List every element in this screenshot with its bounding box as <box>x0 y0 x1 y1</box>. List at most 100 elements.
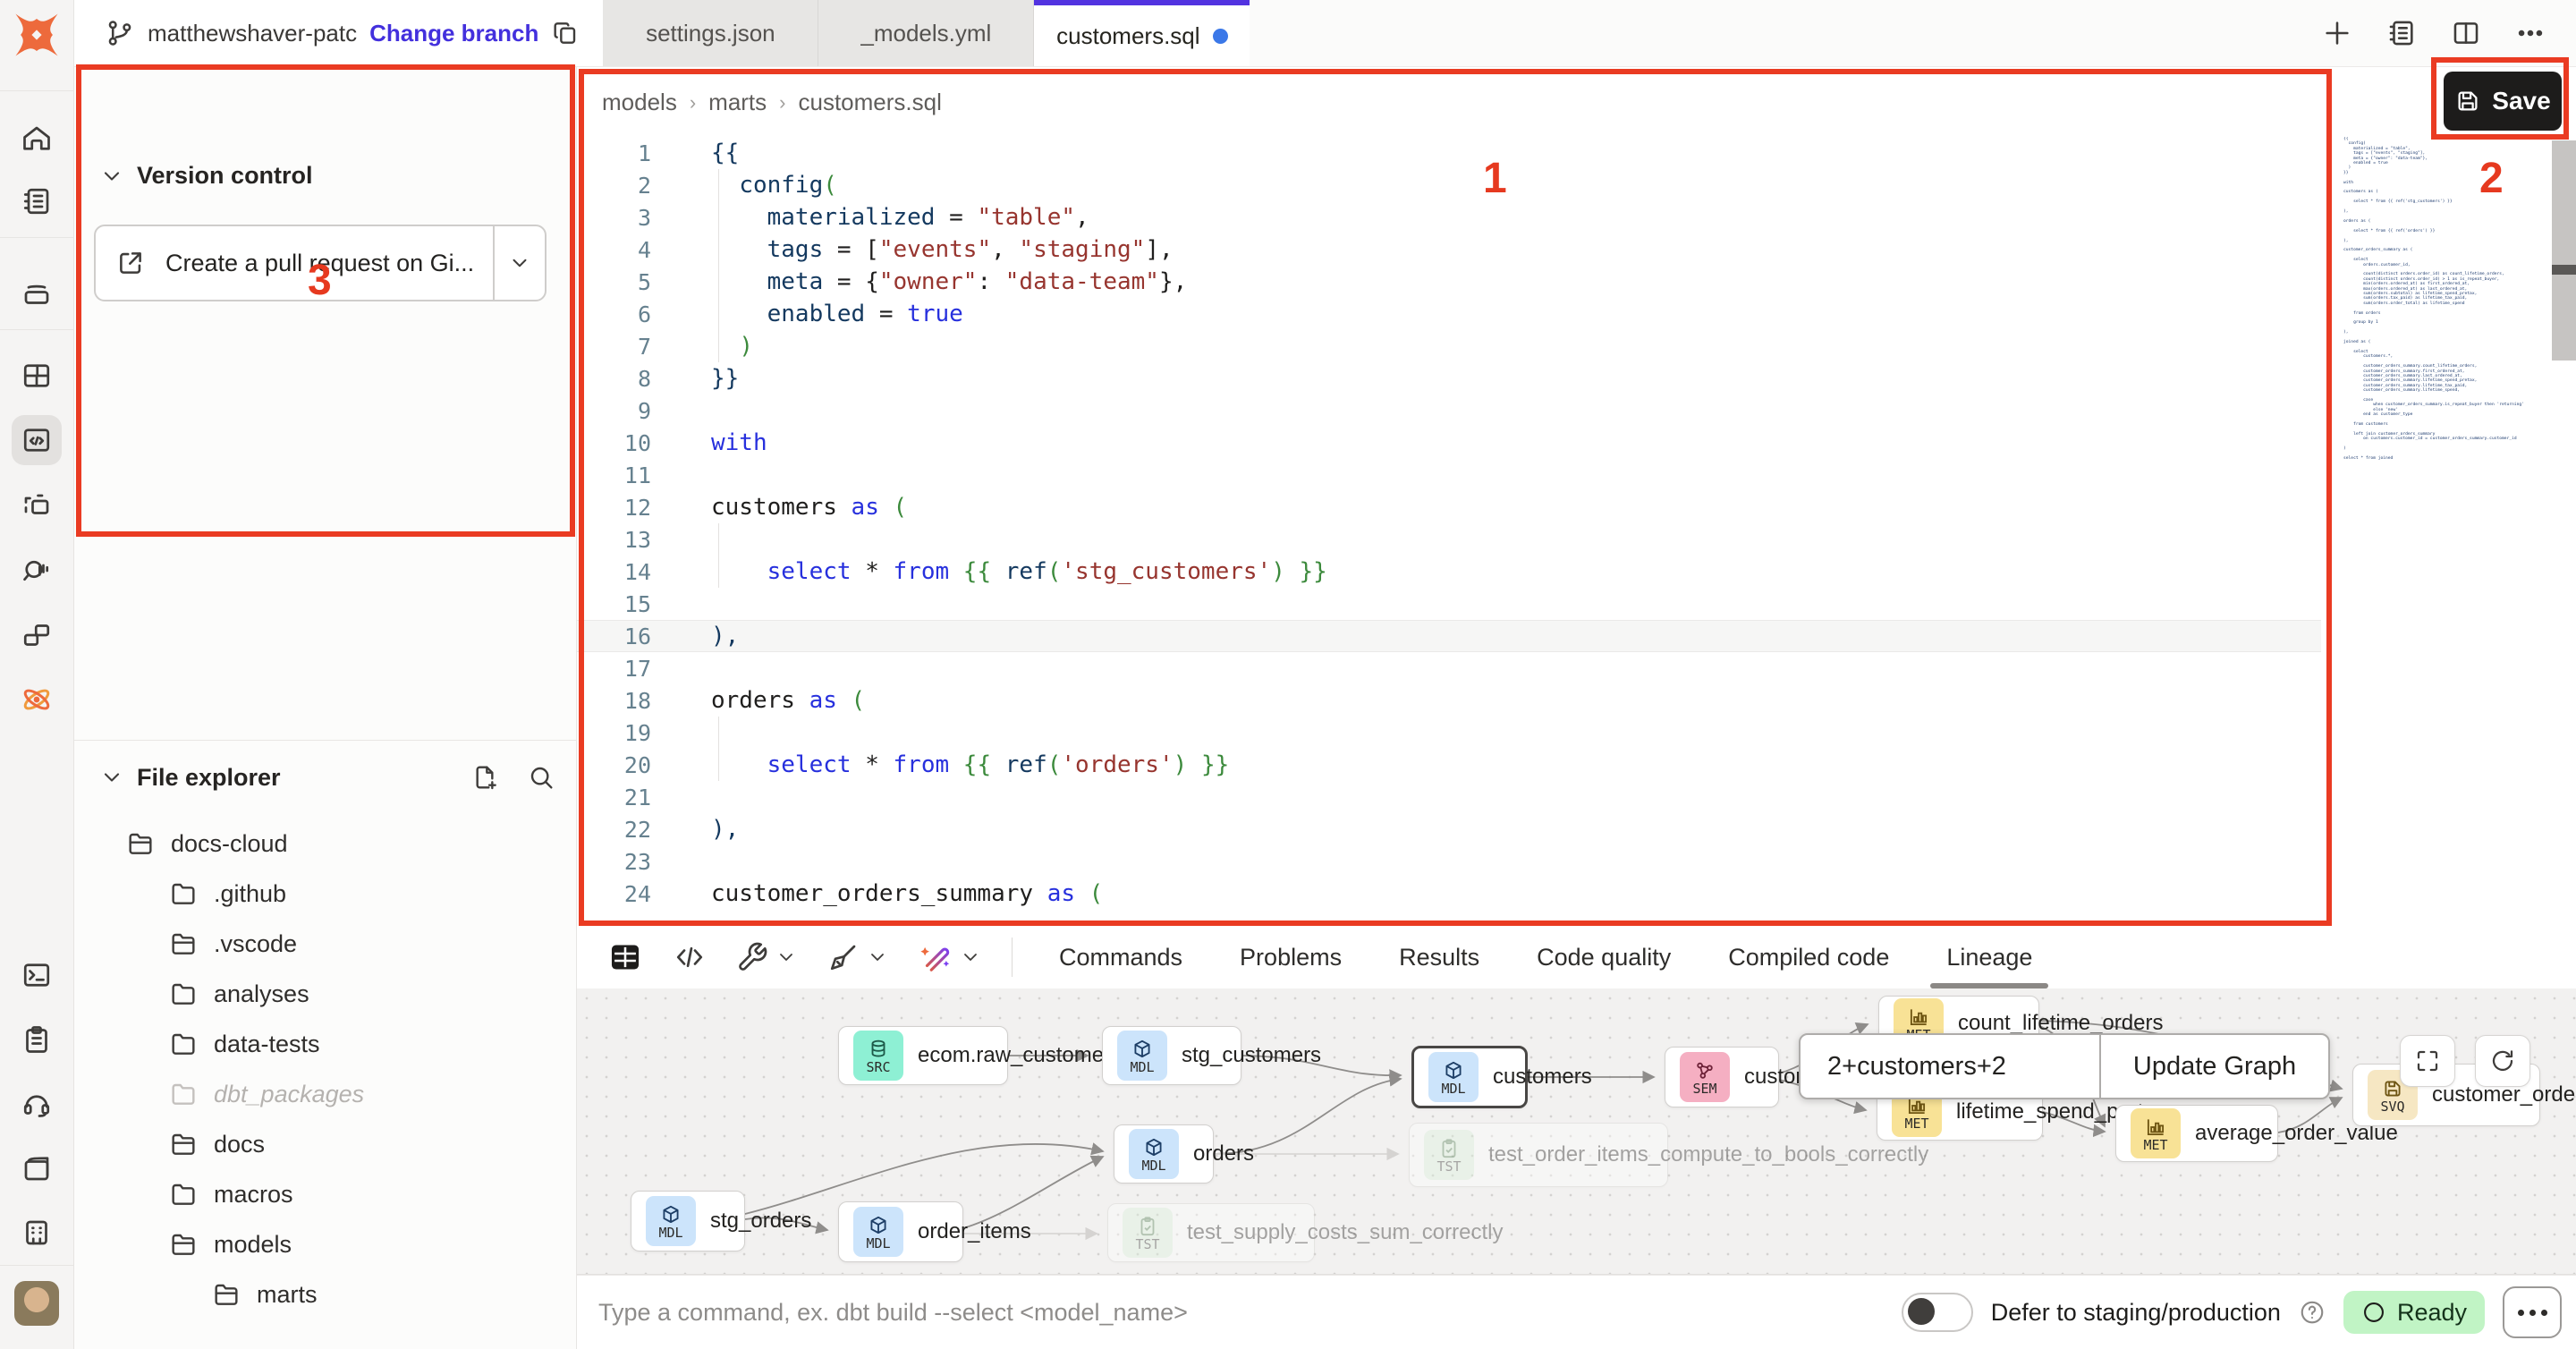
code-line-3[interactable]: 3 materialized = "table", <box>577 201 2321 233</box>
code-line-7[interactable]: 7 ) <box>577 330 2321 362</box>
breadcrumb-item[interactable]: customers.sql <box>798 89 941 116</box>
code-line-24[interactable]: 24customer_orders_summary as ( <box>577 878 2321 910</box>
rail-home-button[interactable] <box>12 114 62 164</box>
code-line-23[interactable]: 23 <box>577 845 2321 878</box>
lineage-node-customers[interactable]: MDLcustomers <box>1411 1046 1528 1108</box>
code-line-1[interactable]: 1{{ <box>577 137 2321 169</box>
copilot-fix-button[interactable] <box>919 940 981 974</box>
version-control-header[interactable]: Version control <box>99 162 313 190</box>
panel-tab-commands[interactable]: Commands <box>1030 926 1211 988</box>
code-line-18[interactable]: 18orders as ( <box>577 684 2321 717</box>
file-explorer-header[interactable]: File explorer <box>99 763 555 792</box>
scrollbar-thumb[interactable] <box>2552 265 2576 275</box>
tab-customers.sql[interactable]: customers.sql <box>1034 0 1250 66</box>
code-line-14[interactable]: 14 select * from {{ ref('stg_customers')… <box>577 556 2321 588</box>
code-line-20[interactable]: 20 select * from {{ ref('orders') }} <box>577 749 2321 781</box>
tab-settings.json[interactable]: settings.json <box>603 0 818 66</box>
code-line-9[interactable]: 9 <box>577 395 2321 427</box>
minimap[interactable]: {{ config( materialized = "table", tags … <box>2343 137 2542 602</box>
tab-_models.yml[interactable]: _models.yml <box>818 0 1034 66</box>
code-editor[interactable]: models›marts›customers.sql 1{{2 config(3… <box>577 67 2576 926</box>
lineage-node-stg_customers[interactable]: MDLstg_customers <box>1102 1026 1241 1085</box>
lineage-node-order_items[interactable]: MDLorder_items <box>838 1201 963 1262</box>
code-line-6[interactable]: 6 enabled = true <box>577 298 2321 330</box>
file-tree-item-analyses[interactable]: analyses <box>74 969 577 1019</box>
code-line-2[interactable]: 2 config( <box>577 169 2321 201</box>
code-line-21[interactable]: 21 <box>577 781 2321 813</box>
search-icon[interactable] <box>527 763 555 792</box>
panel-tab-compiled-code[interactable]: Compiled code <box>1699 926 1918 988</box>
status-badge[interactable]: Ready <box>2343 1291 2485 1334</box>
command-bar-more-button[interactable] <box>2503 1286 2562 1338</box>
rail-docs-button[interactable] <box>12 1143 62 1193</box>
lineage-filter-input[interactable]: 2+customers+2 <box>1801 1035 2099 1098</box>
breadcrumb-item[interactable]: models <box>602 89 677 116</box>
lineage-node-stg_orders[interactable]: MDLstg_orders <box>631 1191 745 1251</box>
file-tree-item-marts[interactable]: marts <box>74 1269 577 1319</box>
copy-icon[interactable] <box>551 19 580 47</box>
rail-insights-button[interactable] <box>12 546 62 596</box>
file-tree-item-models[interactable]: models <box>74 1219 577 1269</box>
new-tab-plus-icon[interactable] <box>2322 18 2352 48</box>
breadcrumb-item[interactable]: marts <box>708 89 767 116</box>
lineage-node-customers[interactable]: SEMcustomers <box>1665 1047 1779 1107</box>
fullscreen-button[interactable] <box>2400 1035 2455 1087</box>
code-line-5[interactable]: 5 meta = {"owner": "data-team"}, <box>577 266 2321 298</box>
compile-code-button[interactable] <box>674 941 706 973</box>
lineage-node-test_supply_costs_sum_correctly[interactable]: TSTtest_supply_costs_sum_correctly <box>1107 1203 1315 1262</box>
lineage-node-ecom.raw_customers[interactable]: SRCecom.raw_customers <box>838 1026 1008 1085</box>
code-line-12[interactable]: 12customers as ( <box>577 491 2321 523</box>
file-tree-item-macros[interactable]: macros <box>74 1169 577 1219</box>
panel-tab-results[interactable]: Results <box>1370 926 1508 988</box>
file-tree-item-.vscode[interactable]: .vscode <box>74 919 577 969</box>
file-tree-item-data-tests[interactable]: data-tests <box>74 1019 577 1069</box>
code-line-16[interactable]: 16), <box>577 620 2321 652</box>
code-line-8[interactable]: 8}} <box>577 362 2321 395</box>
code-line-19[interactable]: 19 <box>577 717 2321 749</box>
rail-jobs-button[interactable] <box>12 268 62 318</box>
create-pull-request-button[interactable]: Create a pull request on Gi... <box>94 225 547 301</box>
code-line-13[interactable]: 13 <box>577 523 2321 556</box>
file-tree-item-docs-cloud[interactable]: docs-cloud <box>74 819 577 869</box>
user-avatar[interactable] <box>14 1281 59 1326</box>
refresh-graph-button[interactable] <box>2475 1035 2530 1087</box>
lineage-node-orders[interactable]: MDLorders <box>1114 1124 1214 1184</box>
lineage-node-average_order_value[interactable]: METaverage_order_value <box>2115 1105 2278 1162</box>
code-line-17[interactable]: 17 <box>577 652 2321 684</box>
split-editor-icon[interactable] <box>2451 18 2481 48</box>
lint-menu-button[interactable] <box>827 941 888 973</box>
change-branch-link[interactable]: Change branch <box>369 20 538 47</box>
rail-notebook-button[interactable] <box>12 176 62 226</box>
rail-terminal-button[interactable] <box>12 950 62 1000</box>
help-icon[interactable] <box>2299 1299 2326 1326</box>
rail-canvas-button[interactable] <box>12 481 62 531</box>
lineage-node-test_order_items_compute_to_bools_correctly[interactable]: TSTtest_order_items_compute_to_bools_cor… <box>1409 1123 1668 1187</box>
rail-organization-button[interactable] <box>12 1208 62 1258</box>
build-menu-button[interactable] <box>736 941 797 973</box>
update-graph-button[interactable]: Update Graph <box>2099 1035 2328 1098</box>
file-list-icon[interactable] <box>2386 18 2417 48</box>
dbt-logo-icon[interactable] <box>9 7 64 63</box>
panel-tab-lineage[interactable]: Lineage <box>1918 926 2061 988</box>
file-tree-item-dbt_packages[interactable]: dbt_packages <box>74 1069 577 1119</box>
minimap-slider[interactable] <box>2552 140 2576 361</box>
code-lines[interactable]: 1{{2 config(3 materialized = "table",4 t… <box>577 137 2321 910</box>
lineage-graph[interactable]: SRCecom.raw_customers MDLstg_customers MDL… <box>577 988 2576 1275</box>
code-line-4[interactable]: 4 tags = ["events", "staging"], <box>577 233 2321 266</box>
file-tree-item-.github[interactable]: .github <box>74 869 577 919</box>
panel-tab-problems[interactable]: Problems <box>1211 926 1370 988</box>
rail-support-button[interactable] <box>12 1079 62 1129</box>
rail-code-editor-button[interactable] <box>12 415 62 465</box>
new-file-icon[interactable] <box>471 763 500 792</box>
rail-integrations-button[interactable] <box>12 610 62 660</box>
file-tree-item-docs[interactable]: docs <box>74 1119 577 1169</box>
header-more-icon[interactable] <box>2515 18 2546 48</box>
code-line-22[interactable]: 22), <box>577 813 2321 845</box>
preview-results-button[interactable] <box>607 940 643 974</box>
command-input[interactable]: Type a command, ex. dbt build --select <… <box>598 1299 1188 1327</box>
pr-button-dropdown[interactable] <box>493 226 545 300</box>
rail-copilot-button[interactable] <box>12 674 62 725</box>
rail-changelog-button[interactable] <box>12 1014 62 1065</box>
code-line-15[interactable]: 15 <box>577 588 2321 620</box>
defer-toggle[interactable] <box>1902 1293 1973 1332</box>
